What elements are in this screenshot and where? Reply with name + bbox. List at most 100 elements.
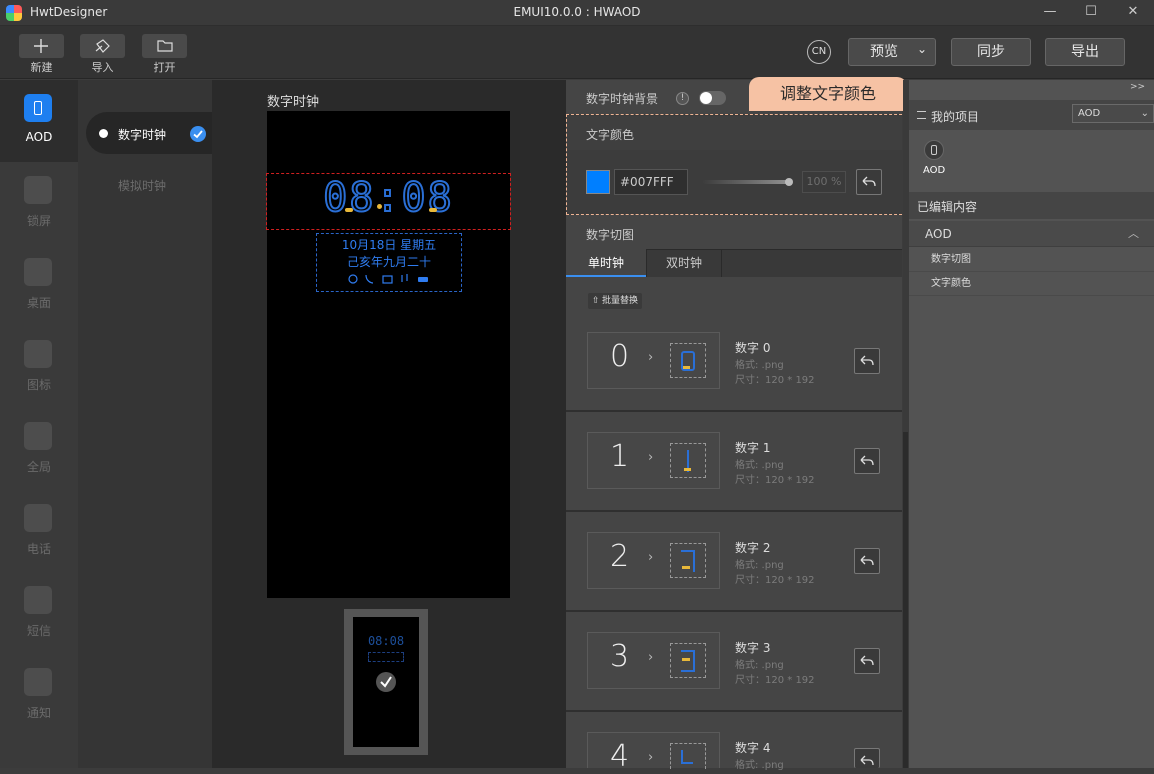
project-panel xyxy=(909,80,1154,768)
digit-size: 尺寸：120 * 192 xyxy=(735,375,815,386)
sidebar-item-label: 短信 xyxy=(26,624,51,638)
reset-digit-button[interactable] xyxy=(854,548,880,574)
digit-slice-card[interactable]: 1 › xyxy=(587,432,720,489)
chevron-down-icon: ⌄ xyxy=(1140,108,1149,119)
minimize-button[interactable]: — xyxy=(1039,2,1061,22)
export-button[interactable]: 导出 xyxy=(1045,38,1125,66)
digit-size: 尺寸：120 * 192 xyxy=(735,675,815,686)
chevron-right-icon: › xyxy=(648,650,654,665)
digit-format: 格式: .png xyxy=(735,660,784,671)
list-icon xyxy=(917,111,926,119)
project-avatar[interactable] xyxy=(924,140,944,160)
digit-format: 格式: .png xyxy=(735,760,784,771)
grid-icon xyxy=(24,340,52,368)
batch-replace-label: 批量替换 xyxy=(602,296,639,306)
tab-double-clock[interactable]: 双时钟 xyxy=(646,249,722,277)
digit-slice-card[interactable]: 2 › xyxy=(587,532,720,589)
digit-value: 1 xyxy=(610,439,630,474)
sidebar-item-notification[interactable]: 通知 xyxy=(0,654,78,736)
digit-slice-card[interactable]: 0 › xyxy=(587,332,720,389)
collapse-panel-button[interactable]: >> xyxy=(1130,82,1145,92)
batch-replace-button[interactable]: ⇧ 批量替换 xyxy=(588,293,642,309)
preview-label: 预览 xyxy=(870,44,898,60)
digit-value: 3 xyxy=(610,639,630,674)
close-button[interactable]: ✕ xyxy=(1122,2,1144,22)
digit-slice-card[interactable]: 4 › xyxy=(587,732,720,774)
digit-thumbnail xyxy=(670,343,706,378)
chevron-right-icon: › xyxy=(648,350,654,365)
project-select-value: AOD xyxy=(1078,108,1101,119)
upload-icon: ⇧ xyxy=(592,296,600,306)
gear-icon xyxy=(24,422,52,450)
clock-type-analog[interactable]: 模拟时钟 xyxy=(118,177,166,194)
divider xyxy=(566,410,902,412)
preview-title: 数字时钟 xyxy=(267,95,320,110)
tooltip: 调整文字颜色 xyxy=(749,77,907,111)
time-element-box[interactable]: 08:08 xyxy=(266,173,511,230)
thumbnail-date xyxy=(368,652,404,662)
undo-icon xyxy=(860,355,874,366)
sync-button[interactable]: 同步 xyxy=(951,38,1031,66)
tab-single-clock[interactable]: 单时钟 xyxy=(566,249,646,277)
sidebar-item-phone[interactable]: 电话 xyxy=(0,490,78,572)
reset-digit-button[interactable] xyxy=(854,648,880,674)
digit-thumbnail xyxy=(670,643,706,678)
project-title: 我的项目 xyxy=(931,110,980,124)
open-label: 打开 xyxy=(153,61,176,74)
digit-thumbnail xyxy=(670,443,706,478)
folder-icon xyxy=(157,40,173,52)
clock-type-digital-label: 数字时钟 xyxy=(118,128,167,142)
edited-item[interactable]: 数字切图 xyxy=(909,248,1154,272)
digit-value: 0 xyxy=(610,339,630,374)
new-button[interactable] xyxy=(19,34,64,58)
sidebar-item-lockscreen[interactable]: 锁屏 xyxy=(0,162,78,244)
status-icons-row xyxy=(348,274,428,284)
sidebar-item-label: 电话 xyxy=(26,542,51,556)
sidebar-item-sms[interactable]: 短信 xyxy=(0,572,78,654)
background-toggle-label: 数字时钟背景 xyxy=(586,92,659,106)
import-button[interactable] xyxy=(80,34,125,58)
digit-name: 数字 4 xyxy=(735,741,771,755)
info-icon[interactable]: ! xyxy=(676,92,689,105)
desktop-icon xyxy=(24,258,52,286)
sidebar-item-icons[interactable]: 图标 xyxy=(0,326,78,408)
digit-thumbnail xyxy=(670,743,706,769)
reset-digit-button[interactable] xyxy=(854,748,880,768)
gold-accent xyxy=(345,208,353,212)
sidebar-item-aod[interactable]: AOD xyxy=(0,80,78,162)
editor-scrollbar-thumb[interactable] xyxy=(903,432,908,768)
digit-value: 2 xyxy=(610,539,630,574)
undo-icon xyxy=(860,755,874,766)
undo-icon xyxy=(860,655,874,666)
project-select[interactable]: AOD ⌄ xyxy=(1072,104,1154,123)
digit-size: 尺寸：120 * 192 xyxy=(735,475,815,486)
notification-icon xyxy=(24,668,52,696)
lock-screen-icon xyxy=(24,176,52,204)
sidebar-item-label: 锁屏 xyxy=(26,214,51,228)
chevron-right-icon: › xyxy=(648,550,654,565)
language-badge[interactable]: CN xyxy=(807,40,831,64)
phone-call-icon xyxy=(24,504,52,532)
radio-dot-icon xyxy=(99,129,108,138)
reset-digit-button[interactable] xyxy=(854,348,880,374)
import-label: 导入 xyxy=(91,61,114,74)
chevron-up-icon[interactable]: ︿ xyxy=(1128,225,1139,241)
edited-group-label: AOD xyxy=(925,227,952,241)
thumbnail-time: 08:08 xyxy=(367,634,405,648)
digit-slice-card[interactable]: 3 › xyxy=(587,632,720,689)
divider xyxy=(566,710,902,712)
edited-item[interactable]: 文字颜色 xyxy=(909,272,1154,296)
undo-icon xyxy=(860,455,874,466)
check-icon xyxy=(190,126,206,142)
plus-icon xyxy=(34,39,48,53)
highlight-frame xyxy=(566,114,907,215)
preview-button[interactable]: 预览 ⌄ xyxy=(848,38,936,66)
reset-digit-button[interactable] xyxy=(854,448,880,474)
sidebar-item-label: 全局 xyxy=(26,460,51,474)
maximize-button[interactable]: ☐ xyxy=(1080,2,1102,22)
toggle-knob xyxy=(700,92,712,104)
open-button[interactable] xyxy=(142,34,187,58)
chevron-right-icon: › xyxy=(648,450,654,465)
sidebar-item-global[interactable]: 全局 xyxy=(0,408,78,490)
sidebar-item-desktop[interactable]: 桌面 xyxy=(0,244,78,326)
